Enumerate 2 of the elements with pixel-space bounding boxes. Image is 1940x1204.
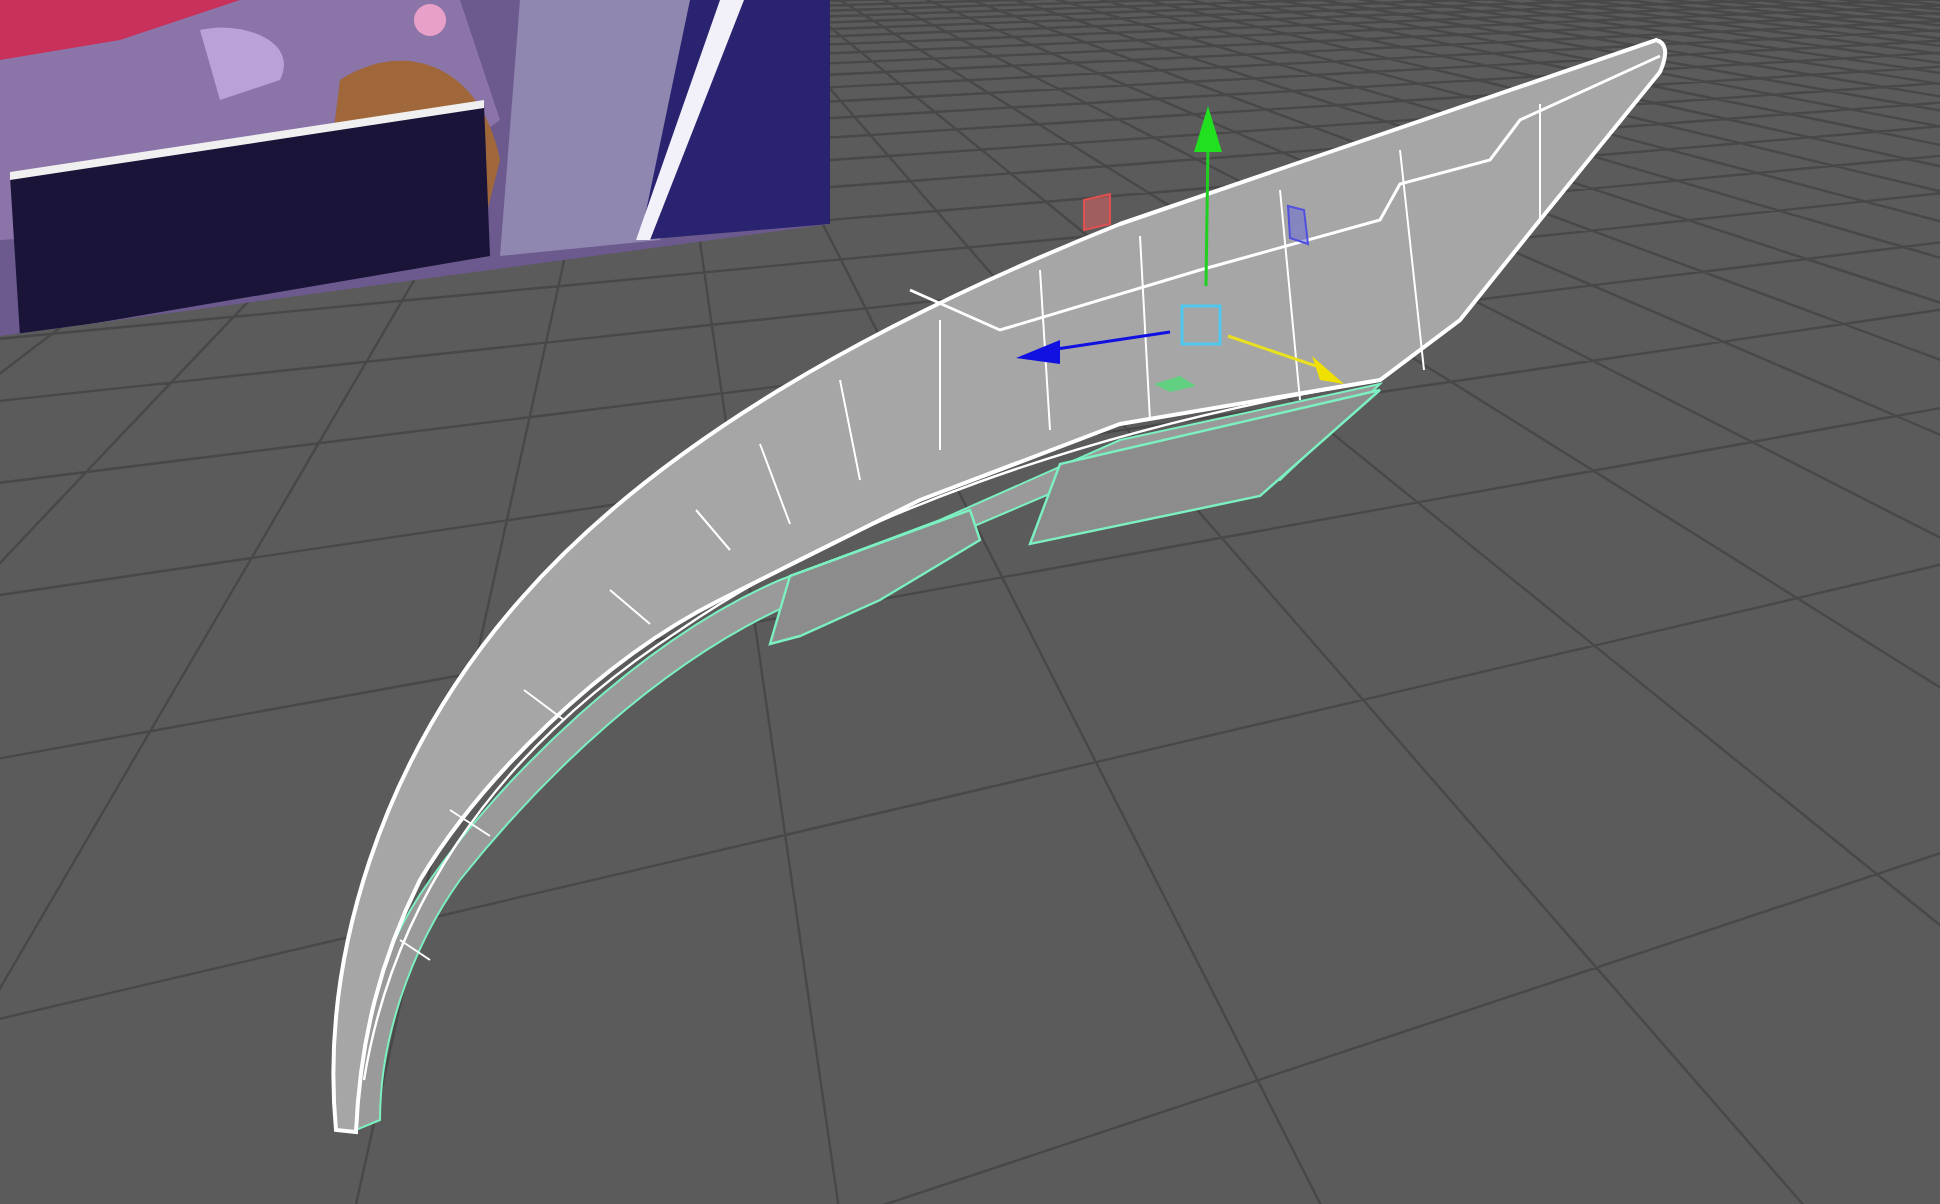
move-manipulator-drawing[interactable] — [1016, 106, 1344, 392]
blade-mesh-drawing[interactable] — [331, 38, 1668, 1134]
